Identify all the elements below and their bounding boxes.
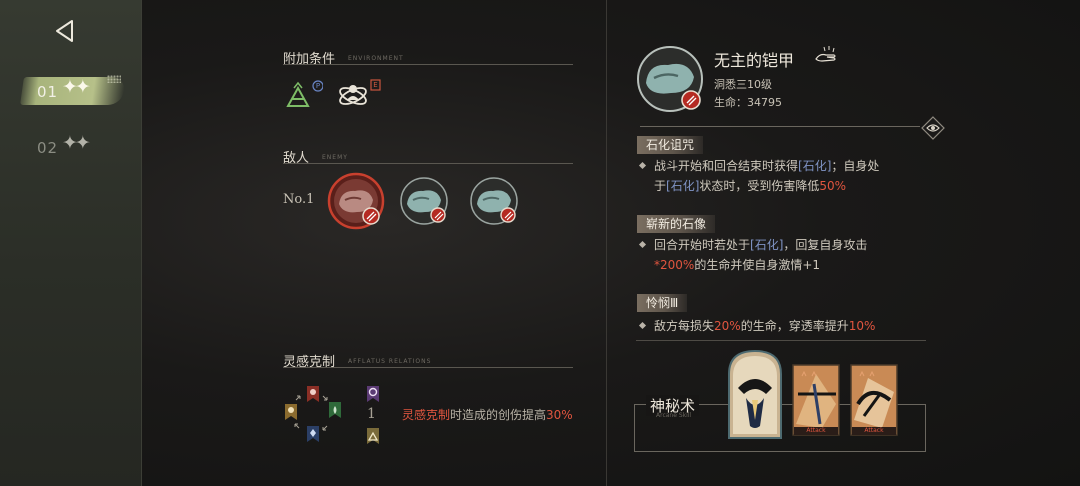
bullet-icon [638, 161, 647, 170]
afflatus-percent: 30% [546, 408, 573, 422]
stage-number: 01 [37, 83, 59, 101]
card-label: Attack [806, 427, 826, 434]
sparkle-icon: ✦✦ [62, 76, 91, 98]
desc-text: 于 [654, 179, 667, 193]
boss-name: 无主的铠甲 [714, 51, 795, 70]
back-triangle-icon [56, 20, 73, 42]
skill-name-tag: 怜悯Ⅲ [637, 294, 688, 312]
afflatus-subtitle: AFFLATUS RELATIONS [348, 358, 432, 365]
skills-bottom-divider [636, 340, 926, 341]
hp-label: 生命： [714, 96, 747, 109]
afflatus-cycle-icon [285, 386, 379, 444]
bullet-icon [638, 321, 647, 330]
value-highlight: 50% [819, 179, 847, 193]
desc-text: 的生命，穿透率提升 [740, 319, 849, 333]
skill-name-tag: 石化诅咒 [637, 136, 704, 154]
attack-card-art [850, 364, 898, 436]
afflatus-desc-text: 时造成的创伤提高 [450, 408, 547, 422]
stage-sidebar: 01 ✦✦ 02 ✦✦ [0, 0, 142, 486]
attack-card-1[interactable]: Attack [792, 364, 840, 436]
card-label: Attack [864, 427, 884, 434]
desc-text: 状态时，受到伤害降低 [699, 179, 820, 193]
ultimate-card-art [728, 349, 782, 439]
desc-text: 战斗开始和回合结束时获得 [654, 159, 799, 173]
sparkle-icon: ✦✦ [62, 132, 91, 154]
bullet-icon [638, 240, 647, 249]
stage-number: 02 [37, 139, 59, 157]
status-keyword: [石化] [666, 179, 700, 193]
environment-subtitle: ENVIRONMENT [348, 55, 404, 62]
attack-card-2[interactable]: Attack [850, 364, 898, 436]
screen: 01 ✦✦ 02 ✦✦ 附加条件 ENVIRONMENT P E 敌人 ENEM… [0, 0, 1080, 486]
value-highlight: *200% [654, 258, 695, 272]
afflatus-center-mark: 1 [367, 406, 376, 422]
value-highlight: 20% [714, 319, 741, 333]
armor-enemy-icon [470, 177, 518, 225]
environment-condition-1[interactable]: P [283, 80, 324, 110]
status-keyword: [石化] [750, 238, 784, 252]
panel-divider [606, 0, 607, 486]
armor-boss-icon [637, 46, 703, 112]
enemy-portrait-selected[interactable] [327, 172, 385, 230]
arcane-ultimate-card[interactable] [726, 348, 784, 440]
enemy-subtitle: ENEMY [322, 154, 348, 161]
stage-tab-02[interactable]: 02 ✦✦ [0, 128, 142, 168]
desc-text: 敌方每损失 [654, 319, 715, 333]
afflatus-relations-chart[interactable]: 1 [283, 384, 393, 454]
enemy-portrait[interactable] [399, 176, 449, 226]
view-details-button[interactable] [920, 115, 946, 141]
arcane-skill-subtitle: Arcane Skill [656, 412, 692, 419]
back-button[interactable] [52, 17, 80, 45]
enemy-badge: E [373, 81, 378, 89]
enemy-portrait[interactable] [469, 176, 519, 226]
afflatus-highlight: 灵感克制 [402, 408, 451, 422]
hand-icon [815, 46, 836, 62]
armor-enemy-icon [400, 177, 448, 225]
desc-text: ，回复自身攻击 [783, 238, 868, 252]
skill-description: 战斗开始和回合结束时获得[石化]；自身处 于[石化]状态时，受到伤害降低50% [654, 156, 914, 196]
enemy-wave-label: No.1 [283, 192, 315, 207]
skills-divider [640, 126, 920, 127]
environment-condition-2[interactable]: E [337, 78, 383, 112]
eye-icon [921, 116, 945, 140]
passive-badge: P [315, 82, 321, 90]
desc-text: 的生命并使自身激情+1 [694, 258, 821, 272]
boss-hp: 生命：34795 [714, 94, 782, 110]
afflatus-divider [283, 367, 573, 368]
attack-card-art [792, 364, 840, 436]
afflatus-description: 灵感克制时造成的创伤提高30% [402, 406, 573, 423]
skill-description: 回合开始时若处于[石化]，回复自身攻击 *200%的生命并使自身激情+1 [654, 235, 914, 275]
environment-divider [283, 64, 573, 65]
boss-portrait[interactable] [636, 45, 704, 113]
status-keyword: [石化] [798, 159, 832, 173]
dot-pattern [107, 75, 121, 83]
skill-description: 敌方每损失20%的生命，穿透率提升10% [654, 316, 914, 336]
value-highlight: 10% [848, 319, 876, 333]
enemy-divider [283, 163, 573, 164]
boss-insight-level: 洞悉三10级 [714, 78, 772, 91]
hp-value: 34795 [747, 96, 782, 109]
desc-text: 回合开始时若处于 [654, 238, 751, 252]
desc-text: ；自身处 [831, 159, 880, 173]
skill-name-tag: 崭新的石像 [637, 215, 716, 233]
armor-enemy-icon [327, 172, 385, 230]
stage-tab-01[interactable]: 01 ✦✦ [0, 72, 142, 112]
